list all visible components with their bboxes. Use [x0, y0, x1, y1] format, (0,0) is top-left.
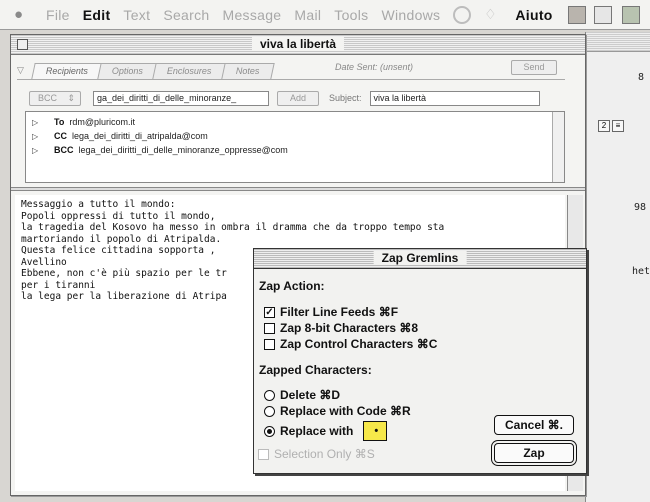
checkbox-checked-icon[interactable]: ✓ [264, 306, 275, 318]
background-window: 8 2 ≡ 98 het [585, 32, 650, 502]
address-type-select[interactable]: BCC ⇕ [29, 90, 81, 106]
message-window-titlebar[interactable]: viva la libertà [11, 35, 585, 55]
background-window-buttons: 2 ≡ [598, 120, 624, 132]
replace-char-field[interactable]: • [363, 421, 388, 441]
disclosure-triangle-icon[interactable]: ▷ [32, 132, 42, 141]
replace-with-code-radio[interactable]: Replace with Code ⌘R [264, 404, 411, 418]
application-menu-icon[interactable] [622, 6, 640, 24]
address-input[interactable]: ga_dei_diritti_di_delle_minoranze_ [93, 90, 269, 106]
menu-mail[interactable]: Mail [294, 7, 321, 23]
app-icon[interactable] [568, 6, 586, 24]
background-text: 98 [634, 202, 647, 213]
apple-menu-icon[interactable]: ● [14, 6, 36, 23]
zap-action-heading: Zap Action: [259, 279, 325, 293]
add-button[interactable]: Add [277, 90, 319, 106]
cancel-button[interactable]: Cancel ⌘. [494, 415, 574, 435]
list-item[interactable]: ▷ BCC lega_dei_diritti_di_delle_minoranz… [32, 143, 288, 157]
list-item[interactable]: ▷ CC lega_dei_diritti_di_atripalda@com [32, 129, 208, 143]
updown-arrow-icon: ⇕ [67, 92, 75, 103]
background-text: het [632, 266, 650, 277]
address-row: BCC ⇕ ga_dei_diritti_di_delle_minoranze_… [29, 89, 540, 107]
checkbox-icon[interactable] [264, 338, 275, 350]
recipients-scrollbar[interactable] [552, 112, 564, 182]
disclosure-triangle-icon[interactable]: ▷ [32, 146, 42, 155]
replace-with-radio[interactable]: Replace with • [264, 421, 388, 441]
zapped-characters-heading: Zapped Characters: [259, 363, 372, 377]
menu-help[interactable]: Aiuto [515, 7, 552, 23]
dialog-title: Zap Gremlins [373, 251, 467, 265]
subject-input[interactable]: viva la libertà [369, 90, 540, 106]
recipients-list: ▷ To rdm@pluricom.it ▷ CC lega_dei_dirit… [25, 111, 565, 183]
send-button[interactable]: Send [511, 60, 557, 75]
globe-icon[interactable] [453, 5, 472, 24]
subject-label: Subject: [329, 93, 362, 103]
menu-edit[interactable]: Edit [83, 7, 111, 23]
background-text: 8 [638, 72, 645, 83]
radio-icon[interactable] [264, 389, 275, 401]
disclosure-triangle-icon[interactable]: ▽ [17, 65, 29, 79]
menu-text[interactable]: Text [123, 7, 150, 23]
dialog-titlebar[interactable]: Zap Gremlins [254, 249, 586, 269]
window-title: viva la libertà [251, 37, 345, 51]
checkbox-icon[interactable] [258, 448, 269, 460]
tab-divider [17, 79, 565, 80]
disclosure-triangle-icon[interactable]: ▷ [32, 118, 42, 127]
pane-divider[interactable] [11, 187, 585, 191]
zap-8bit-checkbox[interactable]: Zap 8-bit Characters ⌘8 [264, 321, 418, 335]
background-window-titlebar [586, 32, 650, 52]
radio-icon[interactable] [264, 405, 275, 417]
tab-enclosures[interactable]: Enclosures [152, 63, 227, 79]
list-item[interactable]: ▷ To rdm@pluricom.it [32, 115, 135, 129]
zap-button[interactable]: Zap [494, 443, 574, 463]
list-icon[interactable]: ≡ [612, 120, 624, 132]
speaker-icon[interactable]: ♢ [481, 6, 499, 24]
filter-line-feeds-checkbox[interactable]: ✓ Filter Line Feeds ⌘F [264, 305, 398, 319]
zap-control-checkbox[interactable]: Zap Control Characters ⌘C [264, 337, 437, 351]
selection-only-checkbox[interactable]: Selection Only ⌘S [258, 447, 375, 461]
page-icon[interactable]: 2 [598, 120, 610, 132]
menu-search[interactable]: Search [163, 7, 209, 23]
tab-options[interactable]: Options [97, 63, 158, 79]
delete-radio[interactable]: Delete ⌘D [264, 388, 340, 402]
date-sent-label: Date Sent: (unsent) [335, 62, 414, 72]
menu-file[interactable]: File [46, 7, 70, 23]
zap-gremlins-dialog: Zap Gremlins Zap Action: ✓ Filter Line F… [253, 248, 587, 474]
menu-bar: ● File Edit Text Search Message Mail Too… [0, 0, 650, 30]
tab-recipients[interactable]: Recipients [31, 63, 103, 79]
menu-tools[interactable]: Tools [334, 7, 368, 23]
radio-selected-icon[interactable] [264, 425, 275, 437]
eudora-icon[interactable] [594, 6, 612, 24]
menu-message[interactable]: Message [222, 7, 281, 23]
tab-bar: ▽ Recipients Options Enclosures Notes [17, 61, 274, 79]
checkbox-icon[interactable] [264, 322, 275, 334]
menu-windows[interactable]: Windows [381, 7, 440, 23]
close-box-icon[interactable] [17, 39, 28, 50]
tab-notes[interactable]: Notes [220, 63, 274, 79]
